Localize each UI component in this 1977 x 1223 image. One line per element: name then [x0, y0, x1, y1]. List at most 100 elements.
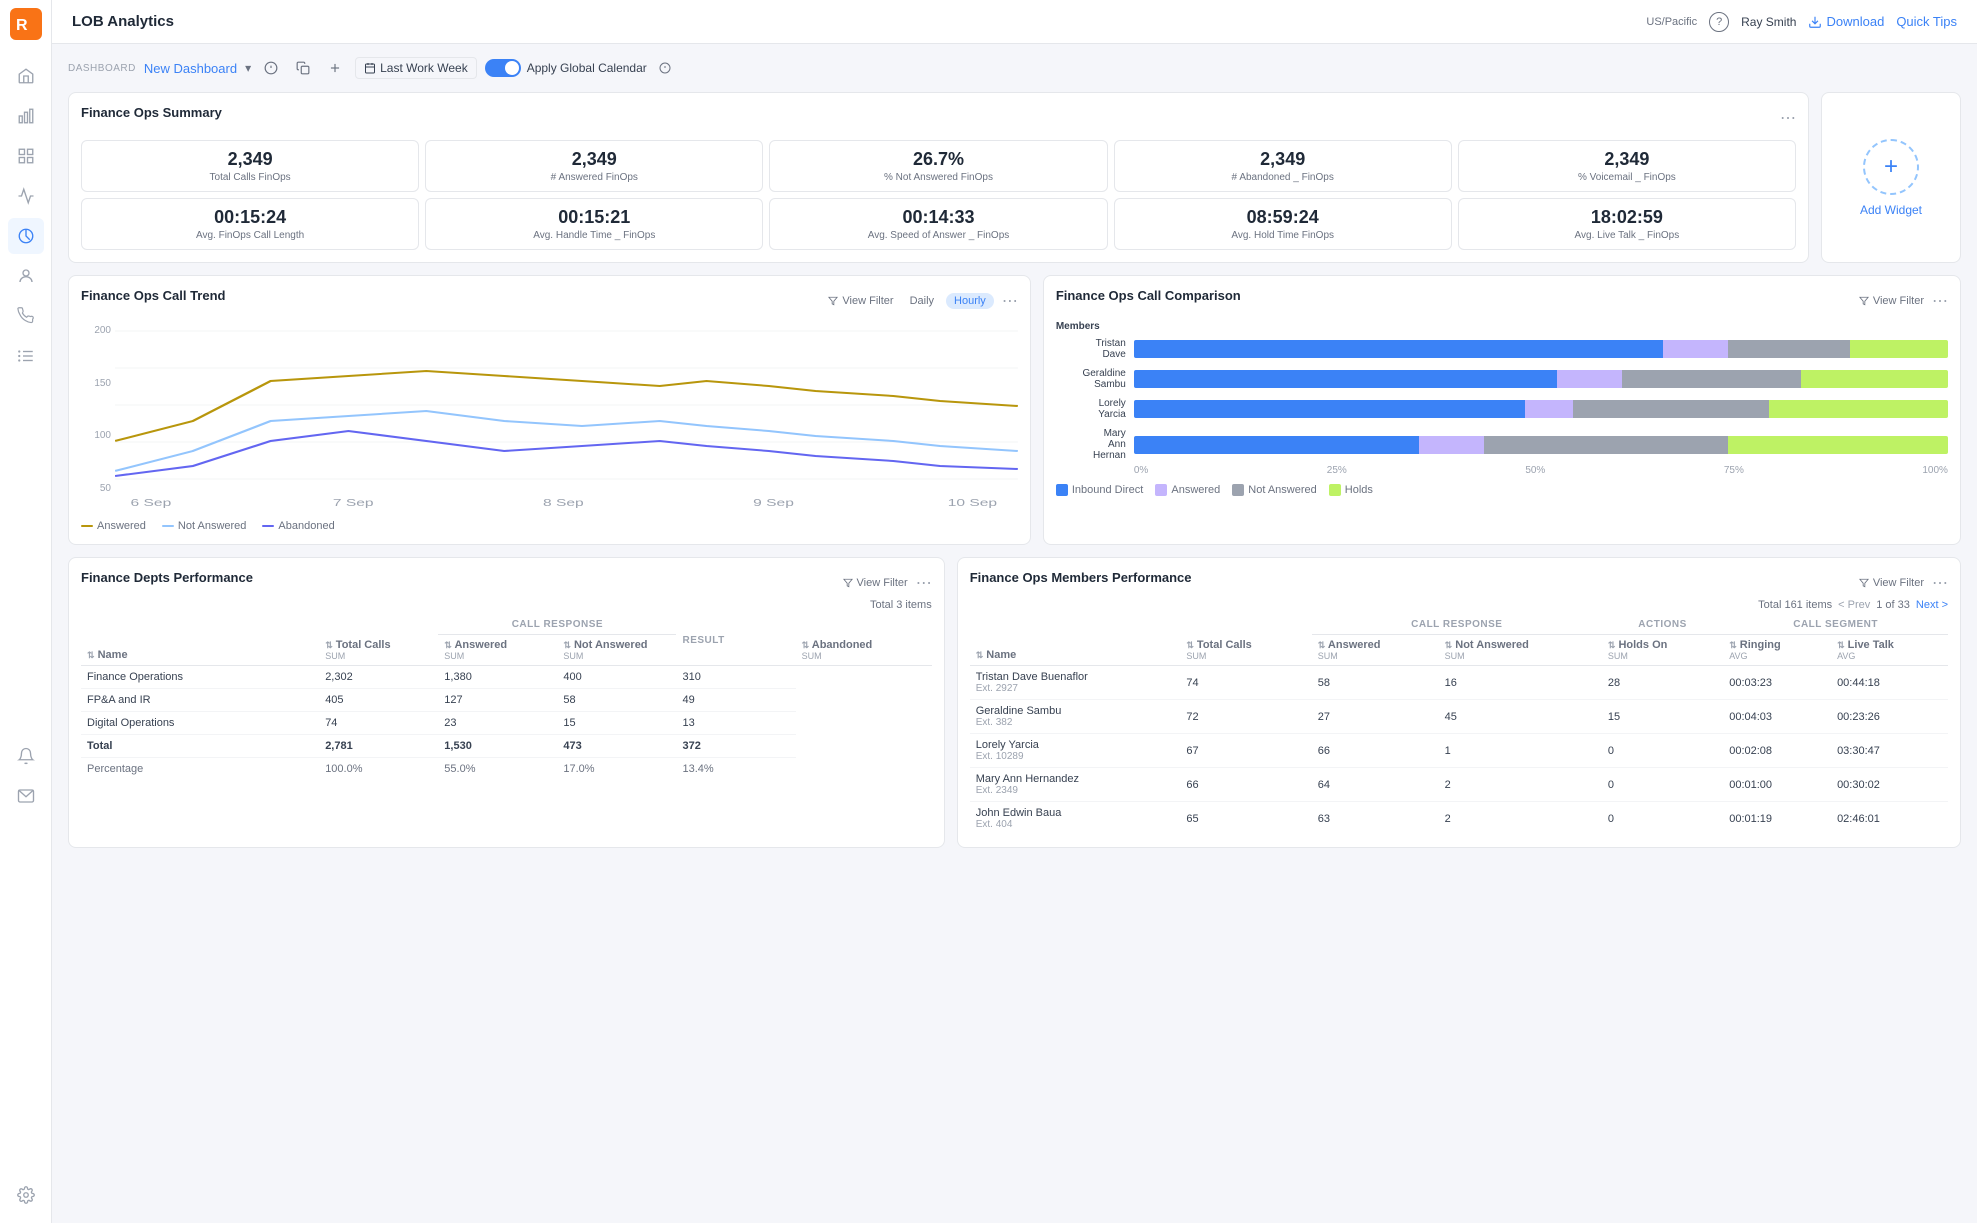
- dept-menu[interactable]: ⋯: [916, 573, 932, 593]
- axis-75: 75%: [1724, 465, 1744, 476]
- svg-text:10 Sep: 10 Sep: [948, 497, 997, 508]
- download-button[interactable]: Download: [1808, 14, 1884, 29]
- top-section: Finance Ops Summary ⋯ 2,349Total Calls F…: [68, 92, 1961, 263]
- members-th-livetalk[interactable]: ⇅ Live TalkAVG: [1831, 635, 1948, 666]
- sidebar-item-list[interactable]: [8, 338, 44, 374]
- trend-menu[interactable]: ⋯: [1002, 291, 1018, 311]
- trend-tab-hourly[interactable]: Hourly: [946, 293, 994, 309]
- dept-cell-total: 2,302: [319, 666, 438, 689]
- members-th-answered[interactable]: ⇅ AnsweredSUM: [1312, 635, 1439, 666]
- bar-notanswered-maryann: [1484, 436, 1728, 454]
- call-comparison-panel: Finance Ops Call Comparison View Filter …: [1043, 275, 1961, 545]
- metric-label: % Voicemail _ FinOps: [1469, 172, 1785, 183]
- metric-value: 00:14:33: [780, 207, 1096, 228]
- comparison-header: Finance Ops Call Comparison View Filter …: [1056, 288, 1948, 313]
- line-chart-container: 6 Sep 7 Sep 8 Sep 9 Sep 10 Sep: [115, 321, 1018, 514]
- add-widget-button[interactable]: +: [1863, 139, 1919, 195]
- legend-label-inbound: Inbound Direct: [1072, 484, 1144, 496]
- tables-row: Finance Depts Performance View Filter ⋯ …: [68, 557, 1961, 848]
- bar-inbound-lorely: [1134, 400, 1525, 418]
- dept-th-notanswered[interactable]: ⇅ Not AnsweredSUM: [557, 635, 676, 666]
- sidebar-item-home[interactable]: [8, 58, 44, 94]
- metric-label: Avg. Live Talk _ FinOps: [1469, 230, 1785, 241]
- table-row: Mary Ann HernandezExt. 234966642000:01:0…: [970, 768, 1948, 802]
- metric-label: % Not Answered FinOps: [780, 172, 1096, 183]
- sidebar-item-mail[interactable]: [8, 778, 44, 814]
- bar-row-geraldine: GeraldineSambu: [1056, 368, 1948, 390]
- dept-col-group-row: ⇅ Name ⇅ Total CallsSUM CALL RESPONSE RE…: [81, 615, 932, 635]
- add-widget-label[interactable]: Add Widget: [1860, 203, 1922, 217]
- bar-inbound-maryann: [1134, 436, 1419, 454]
- charts-row: Finance Ops Call Trend View Filter Daily…: [68, 275, 1961, 545]
- add-button[interactable]: [323, 56, 347, 80]
- comparison-menu[interactable]: ⋯: [1932, 291, 1948, 311]
- next-button[interactable]: Next >: [1916, 599, 1948, 611]
- dept-th-name[interactable]: ⇅ Name: [81, 615, 319, 666]
- page-indicator: 1 of 33: [1876, 599, 1910, 611]
- bar-label-lorely: LorelyYarcia: [1056, 398, 1126, 420]
- sidebar-item-user[interactable]: [8, 258, 44, 294]
- legend-notanswered-bar: Not Answered: [1232, 484, 1316, 496]
- summary-menu[interactable]: ⋯: [1780, 108, 1796, 128]
- members-th-ringing[interactable]: ⇅ RingingAVG: [1723, 635, 1831, 666]
- sidebar-item-bell[interactable]: [8, 738, 44, 774]
- legend-label-holds-bar: Holds: [1345, 484, 1373, 496]
- bar-track-lorely: [1134, 400, 1948, 418]
- bar-notanswered-geraldine: [1622, 370, 1801, 388]
- bar-answered-tristan: [1663, 340, 1728, 358]
- metric-label: Avg. Handle Time _ FinOps: [436, 230, 752, 241]
- copy-button[interactable]: [291, 56, 315, 80]
- comparison-legend: Inbound Direct Answered Not Answered Hol…: [1056, 484, 1948, 496]
- calendar-picker[interactable]: Last Work Week: [355, 57, 477, 79]
- dept-th-totalcalls[interactable]: ⇅ Total CallsSUM: [319, 615, 438, 666]
- sidebar: R: [0, 0, 52, 1223]
- prev-button[interactable]: < Prev: [1838, 599, 1870, 611]
- dept-view-filter[interactable]: View Filter: [843, 577, 908, 589]
- svg-text:7 Sep: 7 Sep: [333, 497, 374, 508]
- members-th-notanswered[interactable]: ⇅ Not AnsweredSUM: [1439, 635, 1602, 666]
- metric-card: 2,349# Abandoned _ FinOps: [1114, 140, 1452, 192]
- quicktips-button[interactable]: Quick Tips: [1896, 14, 1957, 29]
- members-th-totalcalls[interactable]: ⇅ Total CallsSUM: [1180, 615, 1311, 666]
- calendar-label: Last Work Week: [380, 61, 468, 75]
- bar-answered-maryann: [1419, 436, 1484, 454]
- info-button[interactable]: [259, 56, 283, 80]
- legend-dot-answered-bar: [1155, 484, 1167, 496]
- members-view-filter[interactable]: View Filter: [1859, 577, 1924, 589]
- sidebar-item-reports[interactable]: [8, 178, 44, 214]
- member-cell-name: John Edwin BauaExt. 404: [970, 802, 1181, 836]
- members-th-holds[interactable]: ⇅ Holds OnSUM: [1602, 635, 1723, 666]
- trend-legend: Answered Not Answered Abandoned: [81, 520, 1018, 532]
- dashboard-dropdown-icon[interactable]: ▾: [245, 61, 251, 75]
- comparison-title: Finance Ops Call Comparison: [1056, 288, 1241, 303]
- metric-card: 18:02:59Avg. Live Talk _ FinOps: [1458, 198, 1796, 250]
- metric-card: 26.7%% Not Answered FinOps: [769, 140, 1107, 192]
- legend-dot-answered: [81, 525, 93, 527]
- topbar-left: LOB Analytics: [72, 13, 174, 30]
- dept-th-answered[interactable]: ⇅ AnsweredSUM: [438, 635, 557, 666]
- dept-cell-name: Finance Operations: [81, 666, 319, 689]
- sidebar-item-grid[interactable]: [8, 138, 44, 174]
- sidebar-item-phone[interactable]: [8, 298, 44, 334]
- trend-view-filter[interactable]: View Filter: [828, 295, 893, 307]
- legend-dot-inbound: [1056, 484, 1068, 496]
- sidebar-item-analytics[interactable]: [8, 98, 44, 134]
- trend-tab-daily[interactable]: Daily: [902, 293, 942, 309]
- sidebar-item-settings[interactable]: [8, 1177, 44, 1213]
- sidebar-item-lob[interactable]: [8, 218, 44, 254]
- dept-cell-total: 405: [319, 689, 438, 712]
- comparison-view-filter[interactable]: View Filter: [1859, 295, 1924, 307]
- members-th-actions: ACTIONS: [1602, 615, 1723, 635]
- toggle-info-icon[interactable]: [653, 56, 677, 80]
- members-th-name[interactable]: ⇅ Name: [970, 615, 1181, 666]
- dashboard-name[interactable]: New Dashboard: [144, 61, 237, 76]
- members-menu[interactable]: ⋯: [1932, 573, 1948, 593]
- member-cell-name: Tristan Dave BuenaflorExt. 2927: [970, 666, 1181, 700]
- help-button[interactable]: ?: [1709, 12, 1729, 32]
- add-widget-panel: + Add Widget: [1821, 92, 1961, 263]
- dept-col-totalcalls: Total Calls: [336, 639, 391, 651]
- timezone-label: US/Pacific: [1646, 16, 1697, 28]
- global-calendar-toggle[interactable]: [485, 59, 521, 77]
- bar-holds-maryann: [1728, 436, 1948, 454]
- dept-th-abandoned[interactable]: ⇅ AbandonedSUM: [796, 635, 932, 666]
